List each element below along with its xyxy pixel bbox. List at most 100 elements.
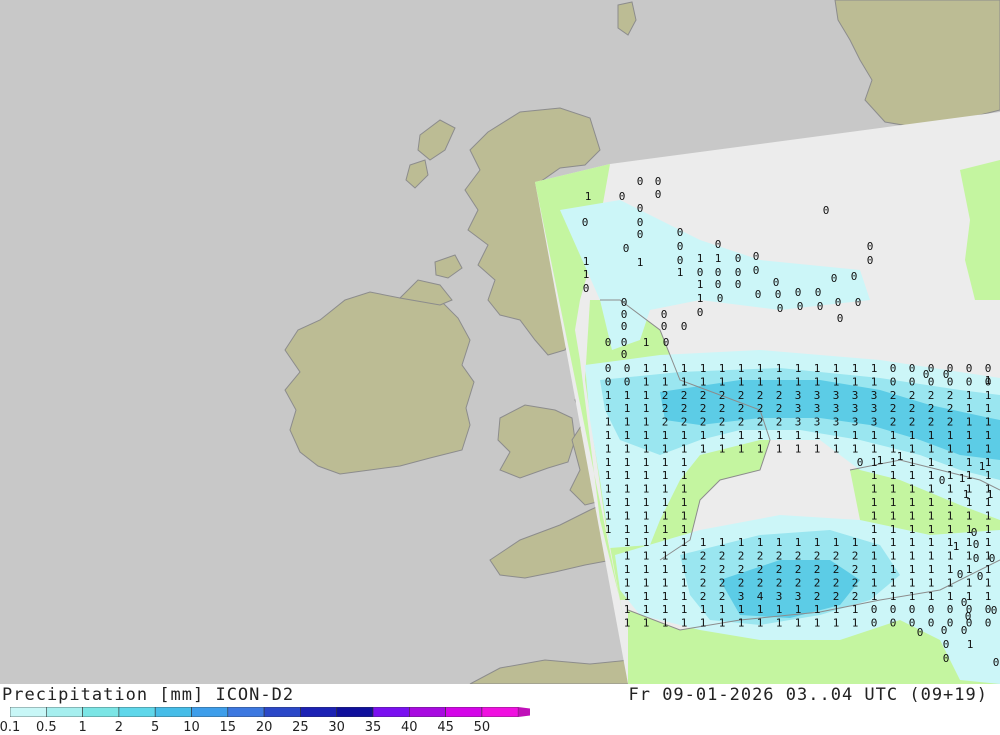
grid-value: 1	[643, 590, 650, 603]
grid-value: 0	[835, 296, 842, 309]
grid-value: 1	[852, 375, 859, 388]
grid-value: 1	[985, 456, 992, 469]
grid-value: 1	[719, 603, 726, 616]
grid-value: 1	[605, 469, 612, 482]
grid-value: 1	[890, 576, 897, 589]
grid-value: 1	[585, 190, 592, 203]
grid-value: 0	[909, 603, 916, 616]
grid-value: 0	[928, 617, 935, 630]
grid-value: 1	[643, 576, 650, 589]
grid-value: 0	[947, 603, 954, 616]
grid-value: 1	[681, 362, 688, 375]
grid-value: 1	[643, 617, 650, 630]
grid-value: 0	[971, 526, 978, 539]
grid-value: 2	[681, 389, 688, 402]
grid-value: 1	[947, 509, 954, 522]
grid-value: 1	[681, 603, 688, 616]
grid-value: 0	[619, 190, 626, 203]
grid-value: 1	[928, 590, 935, 603]
grid-value: 1	[928, 483, 935, 496]
grid-value: 1	[662, 456, 669, 469]
grid-value: 1	[662, 483, 669, 496]
grid-value: 4	[757, 590, 764, 603]
grid-value: 2	[757, 389, 764, 402]
grid-value: 1	[605, 523, 612, 536]
grid-value: 1	[677, 266, 684, 279]
grid-value: 0	[890, 375, 897, 388]
grid-value: 1	[624, 389, 631, 402]
grid-value: 1	[757, 603, 764, 616]
grid-value: 0	[923, 368, 930, 381]
grid-value: 2	[700, 563, 707, 576]
grid-value: 0	[637, 175, 644, 188]
grid-value: 2	[909, 389, 916, 402]
grid-value: 1	[928, 536, 935, 549]
grid-value: 1	[890, 496, 897, 509]
grid-value: 0	[795, 286, 802, 299]
grid-value: 0	[677, 240, 684, 253]
grid-value: 1	[643, 429, 650, 442]
grid-value: 1	[662, 523, 669, 536]
grid-value: 1	[697, 278, 704, 291]
grid-value: 1	[985, 402, 992, 415]
grid-value: 2	[681, 402, 688, 415]
grid-value: 1	[605, 416, 612, 429]
grid-value: 2	[719, 550, 726, 563]
grid-value: 1	[928, 563, 935, 576]
grid-value: 1	[890, 469, 897, 482]
grid-value: 1	[890, 442, 897, 455]
grid-value: 1	[852, 442, 859, 455]
legend-swatch	[481, 707, 519, 717]
grid-value: 0	[655, 188, 662, 201]
grid-value: 0	[966, 362, 973, 375]
grid-value: 2	[681, 416, 688, 429]
grid-value: 1	[624, 496, 631, 509]
grid-value: 1	[643, 536, 650, 549]
legend-swatch	[227, 707, 265, 717]
grid-value: 1	[605, 456, 612, 469]
grid-value: 1	[643, 509, 650, 522]
grid-value: 1	[624, 563, 631, 576]
grid-value: 1	[871, 550, 878, 563]
grid-value: 2	[700, 550, 707, 563]
grid-value: 1	[909, 496, 916, 509]
grid-value: 1	[928, 523, 935, 536]
grid-value: 3	[852, 389, 859, 402]
grid-value: 1	[814, 375, 821, 388]
grid-value: 1	[909, 576, 916, 589]
grid-value: 1	[643, 603, 650, 616]
grid-value: 1	[662, 496, 669, 509]
grid-value: 1	[738, 375, 745, 388]
grid-value: 0	[621, 320, 628, 333]
grid-value: 1	[776, 429, 783, 442]
grid-value: 1	[700, 429, 707, 442]
grid-value: 1	[681, 617, 688, 630]
grid-value: 0	[605, 375, 612, 388]
grid-value: 2	[890, 389, 897, 402]
grid-value: 0	[961, 596, 968, 609]
grid-value: 1	[966, 389, 973, 402]
grid-value: 1	[605, 509, 612, 522]
grid-value: 1	[697, 252, 704, 265]
grid-value: 1	[871, 362, 878, 375]
grid-value: 1	[928, 496, 935, 509]
grid-value: 2	[738, 550, 745, 563]
grid-value: 1	[967, 638, 974, 651]
grid-value: 0	[775, 288, 782, 301]
grid-value: 2	[852, 550, 859, 563]
grid-value: 1	[814, 429, 821, 442]
grid-value: 1	[738, 603, 745, 616]
grid-value: 2	[852, 590, 859, 603]
grid-value: 1	[877, 454, 884, 467]
grid-value: 0	[655, 175, 662, 188]
grid-value: 1	[624, 523, 631, 536]
grid-value: 2	[719, 416, 726, 429]
grid-value: 0	[777, 302, 784, 315]
grid-value: 0	[623, 242, 630, 255]
grid-value: 2	[776, 416, 783, 429]
grid-value: 1	[909, 550, 916, 563]
grid-value: 1	[985, 442, 992, 455]
grid-value: 1	[776, 617, 783, 630]
grid-value: 1	[795, 375, 802, 388]
grid-value: 0	[943, 368, 950, 381]
